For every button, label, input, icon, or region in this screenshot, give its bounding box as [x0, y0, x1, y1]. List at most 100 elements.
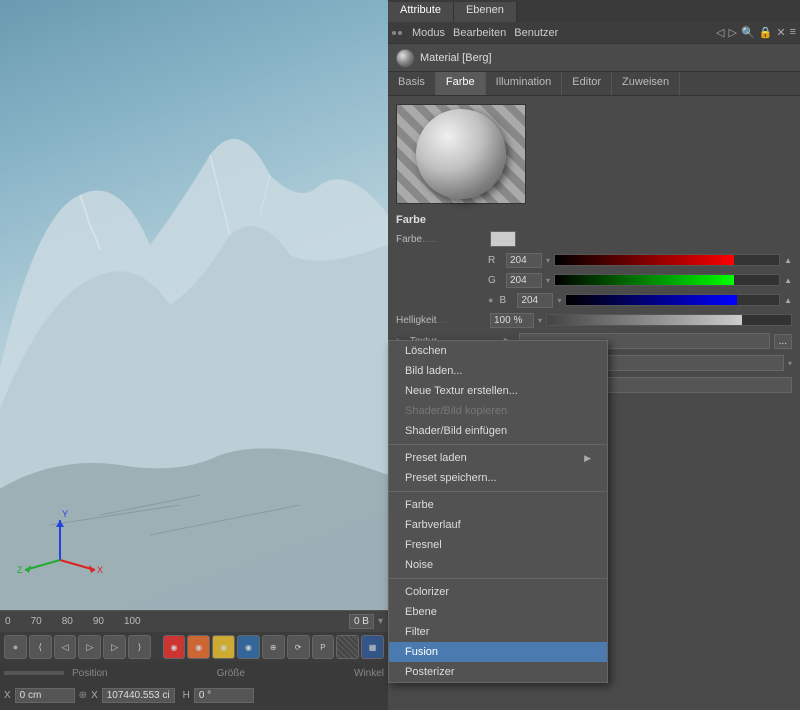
g-value[interactable] [506, 273, 542, 288]
viewport[interactable]: X Y Z 0 70 80 90 100 0 B ▾ ● ⟨ ◁ ▷ ▷ ⟩ ◉… [0, 0, 388, 710]
tab-zuweisen[interactable]: Zuweisen [612, 72, 680, 95]
material-sphere-icon [396, 49, 414, 67]
farbe-row: Farbe..... [388, 228, 800, 250]
prev-frame[interactable]: ◁ [54, 635, 77, 659]
menu-separator [389, 491, 607, 492]
close-icon[interactable]: ✕ [776, 26, 785, 39]
svg-text:Y: Y [62, 509, 68, 519]
tl-num-70: 70 [31, 616, 42, 627]
menu-item-filter[interactable]: Filter [389, 622, 607, 642]
menu-item-farbe[interactable]: Farbe [389, 495, 607, 515]
next-keyframe[interactable]: ⟩ [128, 635, 151, 659]
prev-keyframe[interactable]: ⟨ [29, 635, 52, 659]
transform-labels: Position Größe Winkel [0, 662, 388, 684]
nav-right-icon[interactable]: ▷ [728, 26, 736, 39]
preview-sphere [416, 109, 506, 199]
tab-illumination[interactable]: Illumination [486, 72, 563, 95]
b-max-arrow[interactable]: ▲ [784, 296, 792, 305]
play-button[interactable]: ▷ [78, 635, 101, 659]
anim-btn2[interactable]: ◉ [187, 635, 210, 659]
brightness-value[interactable] [490, 313, 534, 328]
record-button[interactable]: ● [4, 635, 27, 659]
anim-btn6[interactable]: ⟳ [287, 635, 310, 659]
top-tabs: Attribute Ebenen [388, 0, 800, 22]
menu-item-ebene[interactable]: Ebene [389, 602, 607, 622]
menu-bearbeiten[interactable]: Bearbeiten [453, 27, 506, 39]
menu-item-farbverlauf[interactable]: Farbverlauf [389, 515, 607, 535]
r-arrow[interactable]: ▾ [546, 256, 550, 265]
color-swatch[interactable] [490, 231, 516, 247]
menu-benutzer[interactable]: Benutzer [514, 27, 558, 39]
anim-btn9[interactable]: ▦ [361, 635, 384, 659]
r-max-arrow[interactable]: ▲ [784, 256, 792, 265]
anim-btn7[interactable]: P [312, 635, 335, 659]
g-label: G [488, 275, 502, 286]
brightness-row: Helligkeit.... ▾ [388, 310, 800, 330]
tab-editor[interactable]: Editor [562, 72, 612, 95]
tab-ebenen[interactable]: Ebenen [454, 2, 517, 22]
timeline: 0 70 80 90 100 0 B ▾ ● ⟨ ◁ ▷ ▷ ⟩ ◉ ◉ ◉ ◉… [0, 610, 388, 710]
anim-btn4[interactable]: ◉ [237, 635, 260, 659]
menu-item-noise[interactable]: Noise [389, 555, 607, 575]
next-frame[interactable]: ▷ [103, 635, 126, 659]
y-label: X [91, 690, 98, 701]
brightness-label: Helligkeit.... [396, 315, 486, 326]
playback-controls: ● ⟨ ◁ ▷ ▷ ⟩ ◉ ◉ ◉ ◉ ⊕ ⟳ P ▦ [0, 632, 388, 662]
textur-menu-btn[interactable]: ... [774, 334, 792, 349]
b-arrow[interactable]: ▾ [557, 296, 561, 305]
material-header: Material [Berg] [388, 44, 800, 72]
menu-item-presetladen[interactable]: Preset laden▶ [389, 448, 607, 468]
anim-record-btn[interactable]: ◉ [163, 635, 186, 659]
menu-item-neuetexturerstellen[interactable]: Neue Textur erstellen... [389, 381, 607, 401]
position-label: Position [72, 668, 108, 679]
h-value[interactable]: 0 ° [194, 688, 254, 703]
tab-attribute[interactable]: Attribute [388, 2, 454, 22]
tl-num-0: 0 [5, 616, 11, 627]
transform-values: X 0 cm ⊕ X 107440.553 ci H 0 ° [0, 684, 388, 706]
menu-item-fusion[interactable]: Fusion [389, 642, 607, 662]
tl-num-100: 100 [124, 616, 141, 627]
anim-btn3[interactable]: ◉ [212, 635, 235, 659]
brightness-arrow[interactable]: ▾ [538, 316, 542, 325]
g-arrow[interactable]: ▾ [546, 276, 550, 285]
menu-item-posterizer[interactable]: Posterizer [389, 662, 607, 682]
g-bar [554, 274, 780, 286]
property-tabs: Basis Farbe Illumination Editor Zuweisen [388, 72, 800, 96]
winkel-label: Winkel [354, 668, 384, 679]
material-preview [396, 104, 526, 204]
x-label: X [4, 690, 11, 701]
menu-item-shaderbildkopieren: Shader/Bild kopieren [389, 401, 607, 421]
h-label: H [183, 690, 190, 701]
lock-icon[interactable]: 🔒 [759, 26, 773, 39]
menu-bar: Modus Bearbeiten Benutzer ◁ ▷ 🔍 🔒 ✕ ≡ [388, 22, 800, 44]
frame-indicator: 0 B [349, 614, 374, 629]
menu-item-colorizer[interactable]: Colorizer [389, 582, 607, 602]
material-name: Material [Berg] [420, 52, 492, 64]
menu-item-bildladen[interactable]: Bild laden... [389, 361, 607, 381]
svg-text:X: X [97, 565, 103, 575]
b-value[interactable] [517, 293, 553, 308]
r-value[interactable] [506, 253, 542, 268]
context-menu: LöschenBild laden...Neue Textur erstelle… [388, 340, 608, 683]
menu-item-shaderbildeinfgen[interactable]: Shader/Bild einfügen [389, 421, 607, 441]
tab-basis[interactable]: Basis [388, 72, 436, 95]
r-channel-row: R ▾ ▲ [388, 250, 800, 270]
r-bar [554, 254, 780, 266]
g-max-arrow[interactable]: ▲ [784, 276, 792, 285]
tl-num-80: 80 [62, 616, 73, 627]
menu-item-lschen[interactable]: Löschen [389, 341, 607, 361]
y-value[interactable]: 107440.553 ci [102, 688, 175, 703]
tab-farbe[interactable]: Farbe [436, 72, 486, 95]
anim-btn5[interactable]: ⊕ [262, 635, 285, 659]
svg-text:Z: Z [17, 565, 23, 575]
mischmodus-arrow[interactable]: ▾ [788, 359, 792, 368]
search-icon[interactable]: 🔍 [741, 26, 755, 39]
menu-modus[interactable]: Modus [412, 27, 445, 39]
menu-item-fresnel[interactable]: Fresnel [389, 535, 607, 555]
more-icon[interactable]: ≡ [790, 26, 796, 39]
menu-item-presetspeichern[interactable]: Preset speichern... [389, 468, 607, 488]
anim-btn8[interactable] [336, 635, 359, 659]
nav-left-icon[interactable]: ◁ [716, 26, 724, 39]
axes-gizmo: X Y Z [15, 505, 105, 595]
x-value[interactable]: 0 cm [15, 688, 75, 703]
